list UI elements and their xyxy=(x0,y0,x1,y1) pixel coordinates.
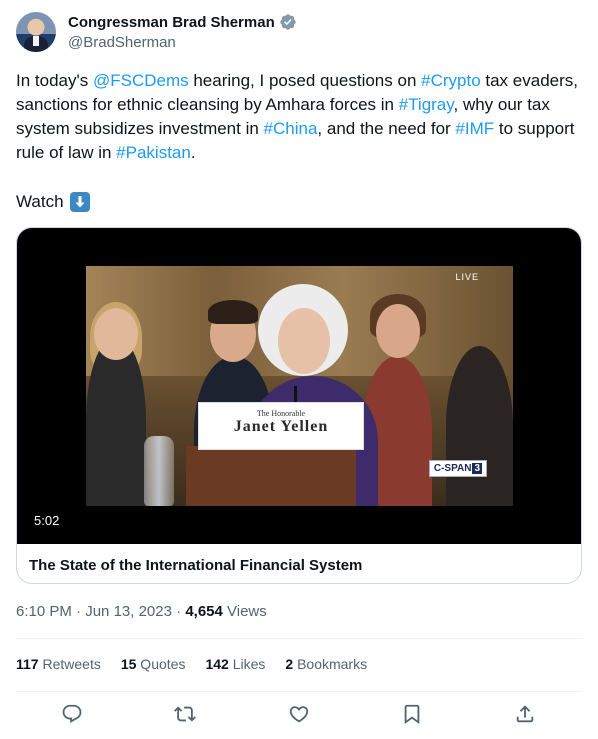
person-head xyxy=(376,304,420,358)
bookmark-icon xyxy=(404,704,420,725)
live-label: LIVE xyxy=(455,272,479,282)
podium xyxy=(186,446,356,506)
video-player[interactable]: The Honorable Janet Yellen LIVE C-SPAN 3 … xyxy=(17,228,581,544)
person-hair xyxy=(208,300,258,324)
video-duration: 5:02 xyxy=(29,511,65,530)
tweet-time[interactable]: 6:10 PM xyxy=(16,603,72,620)
avatar-collar xyxy=(33,36,39,46)
reply-icon xyxy=(62,704,82,723)
engagement-stats: 117 Retweets 15 Quotes 142 Likes 2 Bookm… xyxy=(16,656,367,672)
avatar[interactable] xyxy=(16,12,56,52)
quotes-label: Quotes xyxy=(136,656,186,672)
views-count: 4,654 xyxy=(185,603,223,620)
views-label: Views xyxy=(222,603,267,620)
action-bar xyxy=(16,703,582,727)
video-card[interactable]: The Honorable Janet Yellen LIVE C-SPAN 3 … xyxy=(16,227,582,584)
meta-separator: · xyxy=(171,603,186,620)
hashtag-tigray[interactable]: #Tigray xyxy=(399,95,454,114)
verified-badge-icon[interactable] xyxy=(279,13,297,31)
retweet-icon xyxy=(174,706,196,722)
likes-label: Likes xyxy=(228,656,266,672)
share-icon xyxy=(516,705,534,723)
person-body xyxy=(446,346,513,506)
network-logo: C-SPAN 3 xyxy=(428,460,487,477)
quotes-count: 15 xyxy=(120,656,137,672)
likes-stat[interactable]: 142 Likes xyxy=(205,656,265,672)
network-name: C-SPAN xyxy=(433,463,472,474)
display-name[interactable]: Congressman Brad Sherman xyxy=(68,14,275,31)
bookmarks-stat[interactable]: 2 Bookmarks xyxy=(285,656,367,672)
tweet-text-part: hearing, I posed questions on xyxy=(188,71,422,90)
meta-separator: · xyxy=(71,603,86,620)
name-row: Congressman Brad Sherman xyxy=(68,12,297,32)
quotes-stat[interactable]: 15 Quotes xyxy=(121,656,186,672)
likes-count: 142 xyxy=(205,656,229,672)
card-title[interactable]: The State of the International Financial… xyxy=(29,557,362,574)
retweets-stat[interactable]: 117 Retweets xyxy=(16,656,101,672)
person-body xyxy=(86,336,146,506)
retweet-button[interactable] xyxy=(174,703,198,727)
tweet-text-part: , and the need for xyxy=(317,119,456,138)
hashtag-china[interactable]: #China xyxy=(264,119,318,138)
tweet-date[interactable]: Jun 13, 2023 xyxy=(85,603,172,620)
share-button[interactable] xyxy=(514,703,538,727)
down-arrow-icon xyxy=(69,192,90,212)
tweet-meta: 6:10 PM · Jun 13, 2023 · 4,654 Views xyxy=(16,603,267,620)
handle[interactable]: @BradSherman xyxy=(68,34,176,51)
divider xyxy=(16,638,582,639)
bookmark-button[interactable] xyxy=(401,703,425,727)
watch-line: Watch xyxy=(16,190,90,214)
retweets-label: Retweets xyxy=(38,656,101,672)
hashtag-imf[interactable]: #IMF xyxy=(455,119,494,138)
tweet-header: Congressman Brad Sherman @BradSherman xyxy=(16,12,582,56)
bookmarks-label: Bookmarks xyxy=(293,656,368,672)
mention-link[interactable]: @FSCDems xyxy=(93,71,189,90)
like-button[interactable] xyxy=(288,703,312,727)
like-icon xyxy=(289,706,309,723)
water-bottle xyxy=(144,436,174,506)
hashtag-pakistan[interactable]: #Pakistan xyxy=(116,143,191,162)
watch-text: Watch xyxy=(16,192,64,211)
nameplate: The Honorable Janet Yellen xyxy=(198,402,364,450)
retweets-count: 117 xyxy=(16,656,39,672)
tweet-text-part: . xyxy=(190,143,196,162)
nameplate-title: The Honorable xyxy=(256,409,306,418)
divider xyxy=(16,691,582,692)
reply-button[interactable] xyxy=(61,703,85,727)
network-number: 3 xyxy=(472,463,482,474)
hashtag-crypto[interactable]: #Crypto xyxy=(421,71,481,90)
nameplate-name: Janet Yellen xyxy=(233,418,329,435)
tweet-text-part: In today's xyxy=(16,71,93,90)
person-head xyxy=(94,308,138,360)
speaker-face xyxy=(278,308,330,374)
video-frame: The Honorable Janet Yellen LIVE C-SPAN 3 xyxy=(86,266,513,506)
tweet-text: In today's @FSCDems hearing, I posed que… xyxy=(16,69,582,165)
